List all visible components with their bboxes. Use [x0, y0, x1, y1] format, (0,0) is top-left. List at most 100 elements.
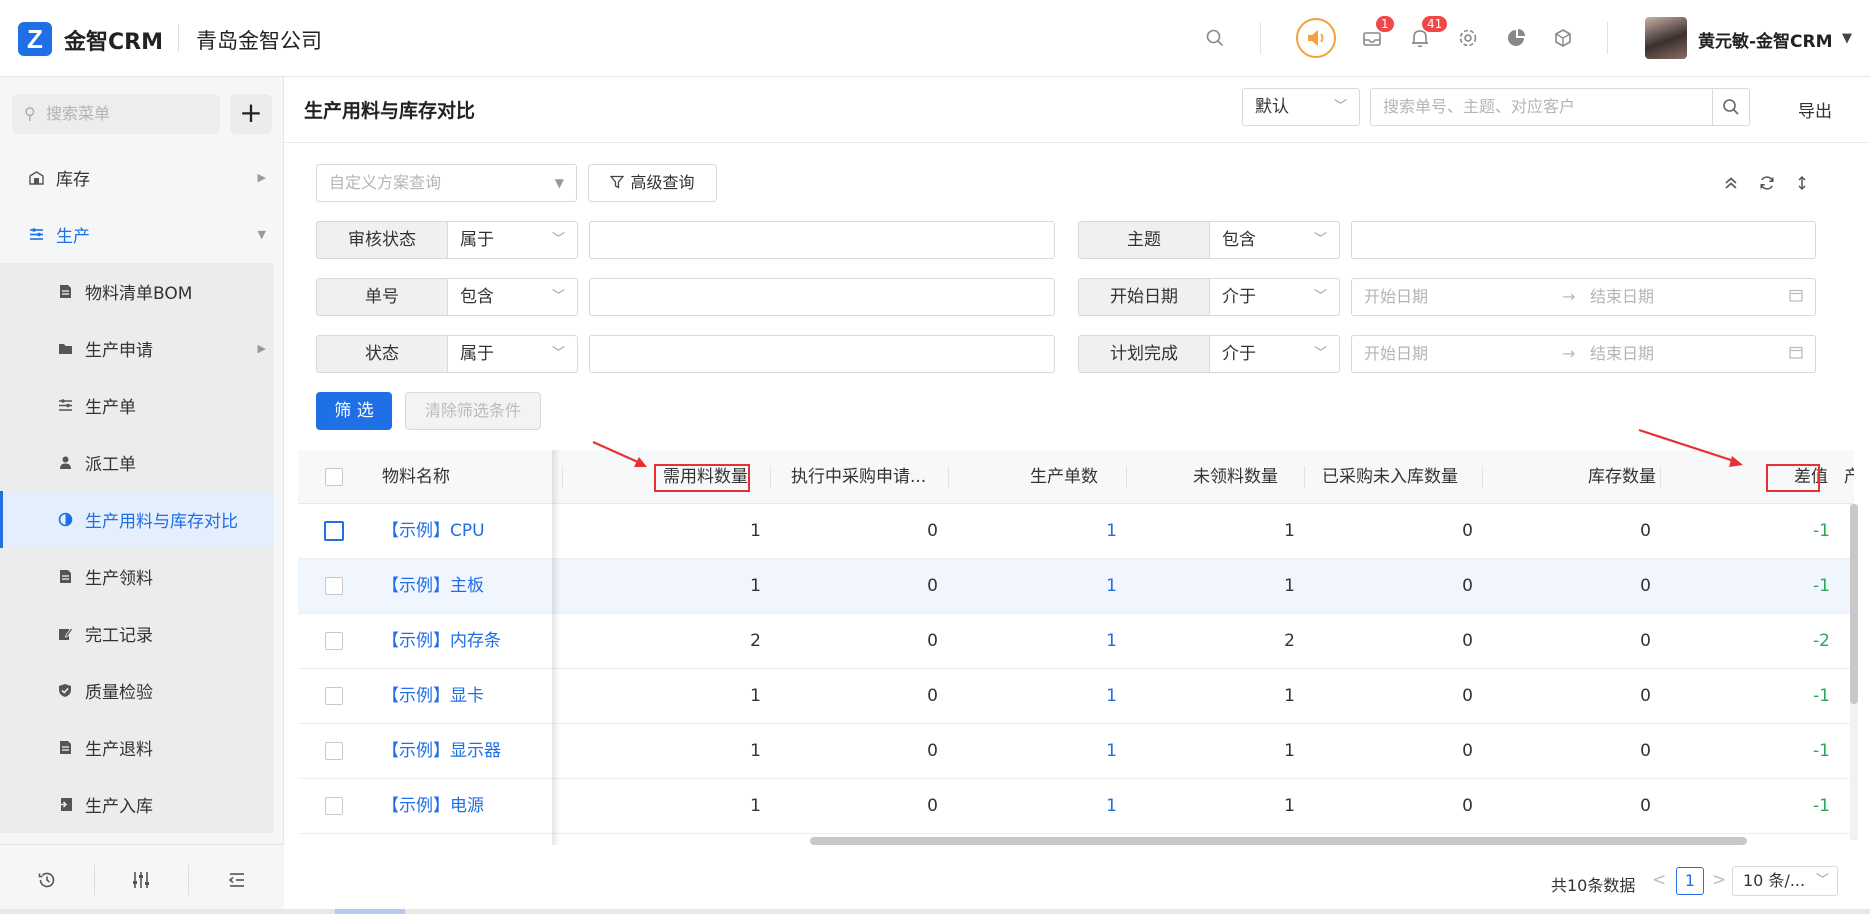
- table-row[interactable]: 【示例】内存条 2 0 1 2 0 0 -2: [298, 614, 1854, 669]
- material-name-link[interactable]: 【示例】主板: [382, 559, 484, 614]
- mail-icon[interactable]: 1: [1356, 16, 1394, 54]
- cell-order-count[interactable]: 1: [1037, 724, 1117, 779]
- mail-badge: 1: [1376, 16, 1394, 32]
- filter-input-status[interactable]: [589, 335, 1055, 373]
- history-icon[interactable]: [34, 867, 60, 893]
- filter-op-value: 属于: [460, 344, 494, 364]
- sidebar-item-dispatch[interactable]: 派工单: [0, 434, 274, 491]
- sidebar-item-inventory[interactable]: 库存 ▶: [0, 149, 274, 206]
- export-button[interactable]: 导出: [1798, 97, 1832, 122]
- sidebar-item-bom[interactable]: 物料清单BOM: [0, 263, 274, 320]
- announcement-speaker-icon[interactable]: [1296, 18, 1336, 58]
- user-avatar[interactable]: [1645, 17, 1687, 59]
- column-header[interactable]: 物料名称: [382, 450, 450, 504]
- column-header[interactable]: 执行中采购申请...: [791, 450, 926, 504]
- cell-stock-qty: 0: [1640, 741, 1651, 761]
- sidebar-item-production-request[interactable]: 生产申请 ▶: [0, 320, 274, 377]
- sidebar-item-completion-record[interactable]: 完工记录: [0, 605, 274, 662]
- sidebar-footer: [0, 844, 284, 914]
- page-size-select[interactable]: 10 条/... ﹀: [1732, 866, 1838, 896]
- material-name-link[interactable]: 【示例】显示器: [382, 724, 501, 779]
- filter-op-order-no[interactable]: 包含 ﹀: [448, 278, 578, 316]
- filter-op-review-status[interactable]: 属于 ﹀: [448, 221, 578, 259]
- material-name-link[interactable]: 【示例】CPU: [382, 504, 485, 559]
- cube-icon[interactable]: [1547, 22, 1579, 54]
- filter-input-review-status[interactable]: [589, 221, 1055, 259]
- filter-op-status[interactable]: 属于 ﹀: [448, 335, 578, 373]
- filter-op-plan-complete[interactable]: 介于 ﹀: [1210, 335, 1340, 373]
- current-page-button[interactable]: 1: [1676, 867, 1704, 895]
- refresh-icon[interactable]: [1756, 172, 1778, 194]
- column-header[interactable]: 未领料数量: [1178, 450, 1278, 504]
- row-checkbox[interactable]: [324, 521, 344, 541]
- row-checkbox[interactable]: [325, 632, 343, 650]
- gear-icon[interactable]: [1452, 22, 1484, 54]
- sidebar-item-production-inbound[interactable]: 生产入库: [0, 776, 274, 833]
- search-icon[interactable]: [1199, 22, 1231, 54]
- advanced-query-button[interactable]: 高级查询: [588, 164, 717, 202]
- sliders-icon[interactable]: [128, 867, 154, 893]
- search-button[interactable]: [1712, 88, 1750, 126]
- horizontal-scrollbar[interactable]: [810, 837, 1747, 845]
- row-checkbox[interactable]: [325, 742, 343, 760]
- row-checkbox[interactable]: [325, 577, 343, 595]
- table-row[interactable]: 【示例】显示器 1 0 1 1 0 0 -1: [298, 724, 1854, 779]
- table-row[interactable]: 【示例】显卡 1 0 1 1 0 0 -1: [298, 669, 1854, 724]
- column-header[interactable]: 产: [1844, 450, 1854, 504]
- menu-search-input[interactable]: ⚲ 搜索菜单: [12, 94, 220, 134]
- bottom-scroll-thumb[interactable]: [335, 909, 405, 914]
- clear-filters-button[interactable]: 清除筛选条件: [405, 392, 541, 430]
- filter-label-plan-complete: 计划完成: [1078, 335, 1210, 373]
- cell-not-inbound-qty: 0: [1462, 521, 1473, 541]
- prev-page-button[interactable]: <: [1652, 870, 1666, 890]
- column-header[interactable]: 已采购未入库数量: [1322, 450, 1458, 504]
- row-checkbox[interactable]: [325, 687, 343, 705]
- cell-unpicked-qty: 1: [1284, 686, 1295, 706]
- vertical-scrollbar[interactable]: [1850, 504, 1858, 704]
- record-search-input[interactable]: 搜索单号、主题、对应客户: [1370, 88, 1713, 126]
- table-row[interactable]: 【示例】主板 1 0 1 1 0 0 -1: [298, 559, 1854, 614]
- cell-order-count[interactable]: 1: [1037, 559, 1117, 614]
- cell-stock-qty: 0: [1640, 686, 1651, 706]
- row-checkbox[interactable]: [325, 797, 343, 815]
- filter-op-start-date[interactable]: 介于 ﹀: [1210, 278, 1340, 316]
- sidebar-item-material-stock-compare[interactable]: 生产用料与库存对比: [0, 491, 274, 548]
- collapse-menu-icon[interactable]: [224, 867, 250, 893]
- cell-need-qty: 1: [750, 521, 761, 541]
- table-row[interactable]: 【示例】电源 1 0 1 1 0 0 -1: [298, 779, 1854, 834]
- custom-scheme-select[interactable]: 自定义方案查询 ▼: [316, 164, 577, 202]
- sidebar-item-quality-inspection[interactable]: 质量检验: [0, 662, 274, 719]
- material-name-link[interactable]: 【示例】内存条: [382, 614, 501, 669]
- chevron-down-icon: ﹀: [1333, 99, 1347, 114]
- bell-icon[interactable]: 41: [1404, 16, 1448, 54]
- cell-order-count[interactable]: 1: [1037, 669, 1117, 724]
- add-button[interactable]: +: [230, 94, 272, 134]
- filter-date-range-plan-complete[interactable]: 开始日期 → 结束日期: [1351, 335, 1816, 373]
- filter-input-order-no[interactable]: [589, 278, 1055, 316]
- collapse-up-icon[interactable]: [1720, 172, 1742, 194]
- pie-chart-icon[interactable]: [1500, 22, 1532, 54]
- filter-date-range-start-date[interactable]: 开始日期 → 结束日期: [1351, 278, 1816, 316]
- cell-order-count[interactable]: 1: [1037, 779, 1117, 834]
- cell-order-count[interactable]: 1: [1037, 614, 1117, 669]
- user-menu-caret-icon[interactable]: ▼: [1842, 31, 1852, 46]
- sidebar-item-production[interactable]: 生产 ▼: [0, 206, 274, 263]
- table-row[interactable]: 【示例】CPU 1 0 1 1 0 0 -1: [298, 504, 1854, 559]
- sidebar-item-material-picking[interactable]: 生产领料: [0, 548, 274, 605]
- sidebar-item-production-order[interactable]: 生产单: [0, 377, 274, 434]
- cell-order-count[interactable]: 1: [1037, 504, 1117, 559]
- filter-button[interactable]: 筛 选: [316, 392, 392, 430]
- column-header[interactable]: 生产单数: [1028, 450, 1098, 504]
- next-page-button[interactable]: >: [1712, 870, 1726, 890]
- total-count: 共10条数据: [1551, 876, 1636, 895]
- view-mode-select[interactable]: 默认 ﹀: [1242, 88, 1360, 126]
- filter-input-subject[interactable]: [1351, 221, 1816, 259]
- filter-op-subject[interactable]: 包含 ﹀: [1210, 221, 1340, 259]
- material-name-link[interactable]: 【示例】显卡: [382, 669, 484, 724]
- select-all-checkbox[interactable]: [325, 468, 343, 486]
- user-name[interactable]: 黄元敏-金智CRM: [1698, 27, 1833, 52]
- advanced-query-label: 高级查询: [630, 173, 695, 192]
- material-name-link[interactable]: 【示例】电源: [382, 779, 484, 834]
- row-height-icon[interactable]: [1791, 172, 1813, 194]
- sidebar-item-material-return[interactable]: 生产退料: [0, 719, 274, 776]
